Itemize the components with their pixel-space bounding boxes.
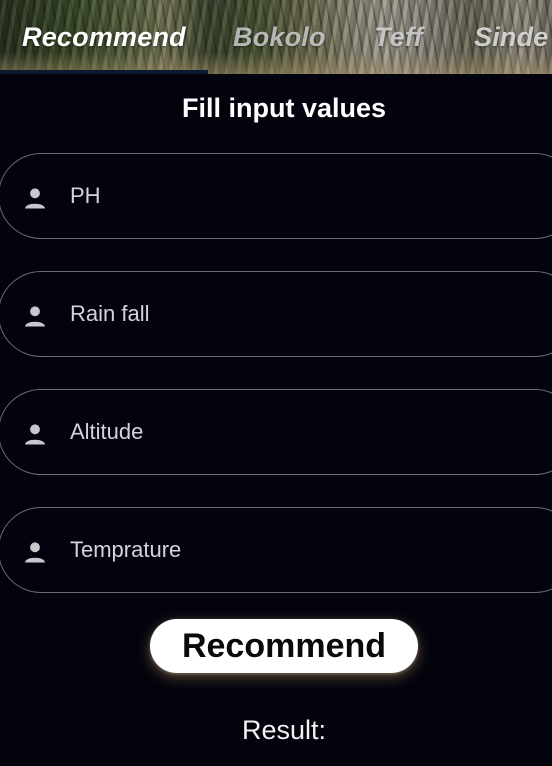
person-icon	[25, 188, 45, 209]
person-icon	[25, 306, 45, 327]
altitude-placeholder: Altitude	[70, 419, 144, 444]
result-label: Result:	[241, 715, 327, 745]
temperature-input[interactable]: Temprature	[0, 507, 552, 593]
temperature-placeholder: Temprature	[70, 537, 182, 562]
tab-sinde[interactable]: Sinde	[474, 20, 549, 54]
ph-placeholder: PH	[70, 183, 101, 208]
person-icon	[25, 424, 45, 445]
rain-fall-input[interactable]: Rain fall	[0, 271, 552, 357]
tab-recommend[interactable]: Recommend	[22, 20, 186, 54]
app-screen: Recommend Bokolo Teff Sinde Fill input v…	[0, 0, 552, 766]
recommend-button[interactable]: Recommend	[150, 619, 418, 673]
person-icon	[25, 542, 45, 563]
tab-indicator	[0, 70, 208, 74]
tab-teff[interactable]: Teff	[374, 20, 423, 54]
altitude-input[interactable]: Altitude	[0, 389, 552, 475]
form-heading: Fill input values	[181, 93, 387, 123]
tab-bar: Recommend Bokolo Teff Sinde	[0, 0, 552, 74]
tab-bokolo[interactable]: Bokolo	[233, 20, 326, 54]
ph-input[interactable]: PH	[0, 153, 552, 239]
rain-fall-placeholder: Rain fall	[70, 301, 150, 326]
